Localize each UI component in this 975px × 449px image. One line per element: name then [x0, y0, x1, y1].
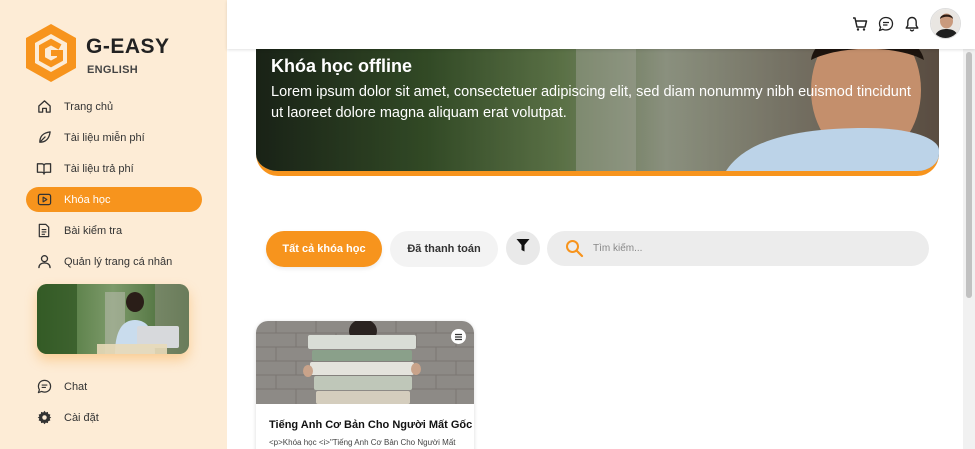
sidebar-bottom-nav: Chat Cài đặt [26, 374, 202, 436]
document-icon [36, 223, 52, 239]
sidebar-item-label: Trang chủ [64, 100, 114, 113]
course-description: <p>Khóa học <i>"Tiếng Anh Cơ Bản Cho Ngư… [269, 438, 456, 447]
sidebar-item-profile[interactable]: Quản lý trang cá nhân [26, 249, 202, 274]
sidebar-item-courses[interactable]: Khóa học [26, 187, 202, 212]
paid-courses-button[interactable]: Đã thanh toán [390, 231, 498, 267]
search-bar [547, 231, 929, 266]
sidebar-item-label: Bài kiểm tra [64, 224, 123, 237]
sidebar-item-home[interactable]: Trang chủ [26, 94, 202, 119]
cart-icon[interactable] [851, 15, 869, 33]
search-icon [565, 239, 584, 258]
leaf-icon [36, 130, 52, 146]
filter-icon [516, 238, 530, 258]
sidebar-item-label: Chat [64, 380, 88, 393]
sidebar-item-chat[interactable]: Chat [26, 374, 202, 399]
banner-title: Khóa học offline [271, 56, 412, 76]
filter-button[interactable] [506, 231, 540, 265]
sidebar-item-settings[interactable]: Cài đặt [26, 405, 202, 430]
bell-icon[interactable] [903, 15, 921, 33]
sidebar-nav: Trang chủ Tài liệu miễn phí Tài liệu trả… [26, 94, 202, 280]
sidebar-item-label: Cài đặt [64, 411, 99, 424]
home-icon [36, 99, 52, 115]
book-open-icon [36, 161, 52, 177]
sidebar-item-paid-docs[interactable]: Tài liệu trả phí [26, 156, 202, 181]
app-window: G-EASY ENGLISH Trang chủ Tài liệu miễn p… [0, 0, 975, 449]
card-menu-button[interactable] [451, 329, 466, 344]
sidebar-item-tests[interactable]: Bài kiểm tra [26, 218, 202, 243]
all-courses-button[interactable]: Tất cả khóa học [266, 231, 382, 267]
sidebar-item-free-docs[interactable]: Tài liệu miễn phí [26, 125, 202, 150]
logo-icon [26, 24, 76, 82]
sidebar-item-label: Khóa học [64, 193, 111, 206]
hero-banner: Khóa học offline Lorem ipsum dolor sit a… [256, 40, 939, 176]
sidebar-item-label: Tài liệu trả phí [64, 162, 134, 175]
chat-icon [36, 379, 52, 395]
promo-image [37, 284, 189, 354]
avatar[interactable] [930, 8, 961, 39]
top-bar [227, 0, 975, 49]
course-thumbnail [256, 321, 474, 404]
banner-description: Lorem ipsum dolor sit amet, consectetuer… [271, 84, 911, 121]
scrollbar-thumb[interactable] [966, 52, 972, 298]
sidebar-item-label: Tài liệu miễn phí [64, 131, 145, 144]
brand-name: G-EASY [86, 35, 170, 58]
course-card[interactable]: Tiếng Anh Cơ Bản Cho Người Mất Gốc <p>Kh… [256, 321, 474, 449]
sidebar: G-EASY ENGLISH Trang chủ Tài liệu miễn p… [0, 0, 227, 449]
sidebar-item-label: Quản lý trang cá nhân [64, 255, 173, 268]
course-title: Tiếng Anh Cơ Bản Cho Người Mất Gốc [269, 419, 473, 431]
gear-icon [36, 410, 52, 426]
message-icon[interactable] [877, 15, 895, 33]
user-icon [36, 254, 52, 270]
video-icon [36, 192, 52, 208]
brand-subtitle: ENGLISH [87, 64, 138, 76]
search-input[interactable] [593, 240, 913, 257]
menu-icon [455, 333, 462, 340]
